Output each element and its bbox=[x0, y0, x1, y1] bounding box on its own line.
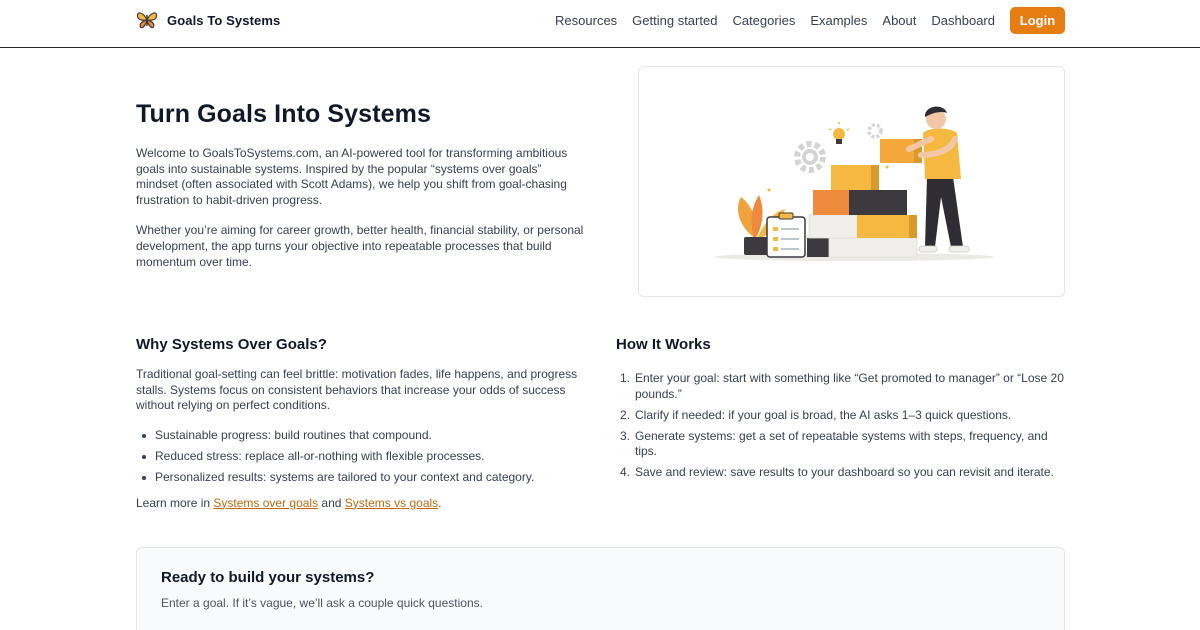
why-systems-paragraph: Traditional goal-setting can feel brittl… bbox=[136, 367, 578, 413]
hero-detail-paragraph: Whether you’re aiming for career growth,… bbox=[136, 223, 584, 269]
step-number: 1. bbox=[620, 371, 631, 385]
main-nav: Resources Getting started Categories Exa… bbox=[555, 7, 1065, 34]
systems-vs-goals-link[interactable]: Systems vs goals bbox=[345, 496, 438, 510]
person-stacking-boxes-illustration bbox=[714, 106, 994, 261]
step-number: 3. bbox=[620, 428, 631, 443]
clipboard-icon bbox=[766, 212, 806, 258]
nav-examples[interactable]: Examples bbox=[810, 7, 867, 34]
nav-about[interactable]: About bbox=[882, 7, 916, 34]
hero-section: Turn Goals Into Systems Welcome to Goals… bbox=[136, 100, 586, 285]
hero-intro-paragraph: Welcome to GoalsToSystems.com, an AI-pow… bbox=[136, 146, 568, 207]
brand-name: Goals To Systems bbox=[167, 12, 281, 28]
step-text: Clarify if needed: if your goal is broad… bbox=[635, 407, 1012, 422]
list-item: 2. Clarify if needed: if your goal is bro… bbox=[616, 408, 1066, 424]
steps-list: 1. Enter your goal: start with something … bbox=[616, 371, 1066, 481]
list-item: Personalized results: systems are tailor… bbox=[136, 470, 586, 486]
list-item: 1. Enter your goal: start with something … bbox=[616, 371, 1066, 402]
learn-more-text: Learn more in Systems over goals and Sys… bbox=[136, 496, 586, 510]
lightbulb-icon bbox=[828, 122, 850, 144]
brand[interactable]: Goals To Systems bbox=[136, 10, 280, 30]
learn-more-and: and bbox=[318, 495, 345, 510]
person-figure bbox=[906, 106, 970, 253]
step-text: Enter your goal: start with something li… bbox=[635, 371, 1064, 401]
why-systems-section: Why Systems Over Goals? Traditional goal… bbox=[136, 336, 586, 510]
butterfly-logo-icon bbox=[136, 12, 158, 29]
step-number: 4. bbox=[620, 465, 631, 480]
learn-more-prefix: Learn more in bbox=[136, 495, 214, 510]
nav-dashboard[interactable]: Dashboard bbox=[931, 7, 995, 34]
nav-getting-started[interactable]: Getting started bbox=[632, 7, 717, 34]
gear-icon bbox=[794, 141, 826, 173]
page-title: Turn Goals Into Systems bbox=[136, 100, 431, 128]
site-header: Goals To Systems Resources Getting start… bbox=[0, 0, 1200, 48]
list-item: 4. Save and review: save results to your … bbox=[616, 465, 1066, 481]
list-item: Sustainable progress: build routines tha… bbox=[136, 428, 586, 444]
hero-illustration-card bbox=[638, 66, 1065, 297]
how-it-works-title: How It Works bbox=[616, 336, 711, 353]
step-number: 2. bbox=[620, 407, 631, 422]
why-systems-title: Why Systems Over Goals? bbox=[136, 336, 327, 353]
nav-categories[interactable]: Categories bbox=[732, 7, 795, 34]
benefits-list: Sustainable progress: build routines tha… bbox=[136, 428, 586, 486]
learn-more-suffix: . bbox=[438, 495, 442, 510]
small-gear-icon bbox=[867, 123, 883, 139]
step-text: Generate systems: get a set of repeatabl… bbox=[635, 428, 1048, 459]
cta-title: Ready to build your systems? bbox=[161, 569, 375, 586]
list-item: 3. Generate systems: get a set of repeata… bbox=[616, 429, 1066, 460]
systems-over-goals-link[interactable]: Systems over goals bbox=[213, 496, 318, 510]
cta-subtitle: Enter a goal. If it’s vague, we’ll ask a… bbox=[161, 596, 483, 610]
nav-resources[interactable]: Resources bbox=[555, 7, 617, 34]
how-it-works-section: How It Works 1. Enter your goal: start wi… bbox=[616, 336, 1066, 487]
list-item: Reduced stress: replace all-or-nothing w… bbox=[136, 449, 586, 465]
login-button[interactable]: Login bbox=[1010, 7, 1065, 34]
step-text: Save and review: save results to your da… bbox=[635, 465, 1054, 480]
cta-card: Ready to build your systems? Enter a goa… bbox=[136, 547, 1065, 630]
